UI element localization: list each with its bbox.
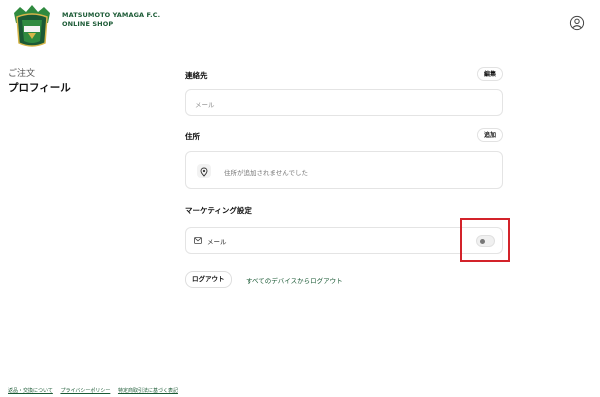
orders-link[interactable]: ご注文 — [8, 66, 35, 79]
footer-link-returns[interactable]: 返品・交換について — [8, 388, 53, 394]
footer: 返品・交換について プライバシーポリシー 特定商取引法に基づく表記 — [8, 387, 184, 394]
address-label: 住所 — [185, 132, 200, 141]
logout-button[interactable]: ログアウト — [185, 271, 232, 288]
header: MATSUMOTO YAMAGA F.C. ONLINE SHOP — [0, 0, 600, 52]
marketing-label: マーケティング設定 — [185, 206, 252, 215]
email-placeholder: メール — [195, 101, 215, 109]
address-box: 住所が追加されませんでした — [185, 151, 503, 189]
logout-all-devices-link[interactable]: すべてのデバイスからログアウト — [246, 275, 343, 285]
mail-icon — [194, 237, 202, 244]
brand-name[interactable]: MATSUMOTO YAMAGA F.C. ONLINE SHOP — [62, 11, 160, 29]
footer-link-legal[interactable]: 特定商取引法に基づく表記 — [118, 388, 178, 394]
crest-icon[interactable] — [8, 3, 56, 49]
brand-line2: ONLINE SHOP — [62, 20, 114, 28]
address-empty-text: 住所が追加されませんでした — [224, 169, 308, 177]
marketing-email-row: メール — [185, 227, 503, 254]
profile-title: プロフィール — [8, 82, 71, 94]
footer-link-privacy[interactable]: プライバシーポリシー — [60, 388, 110, 394]
marketing-email-label: メール — [207, 238, 227, 246]
pin-icon — [197, 164, 211, 178]
email-field[interactable]: メール — [185, 89, 503, 116]
user-circle-icon[interactable] — [569, 15, 585, 31]
contact-label: 連絡先 — [185, 71, 208, 80]
brand-line1: MATSUMOTO YAMAGA F.C. — [62, 11, 161, 19]
add-address-button[interactable]: 追加 — [477, 128, 504, 142]
edit-button[interactable]: 編集 — [477, 67, 504, 81]
highlight-box — [460, 218, 510, 262]
